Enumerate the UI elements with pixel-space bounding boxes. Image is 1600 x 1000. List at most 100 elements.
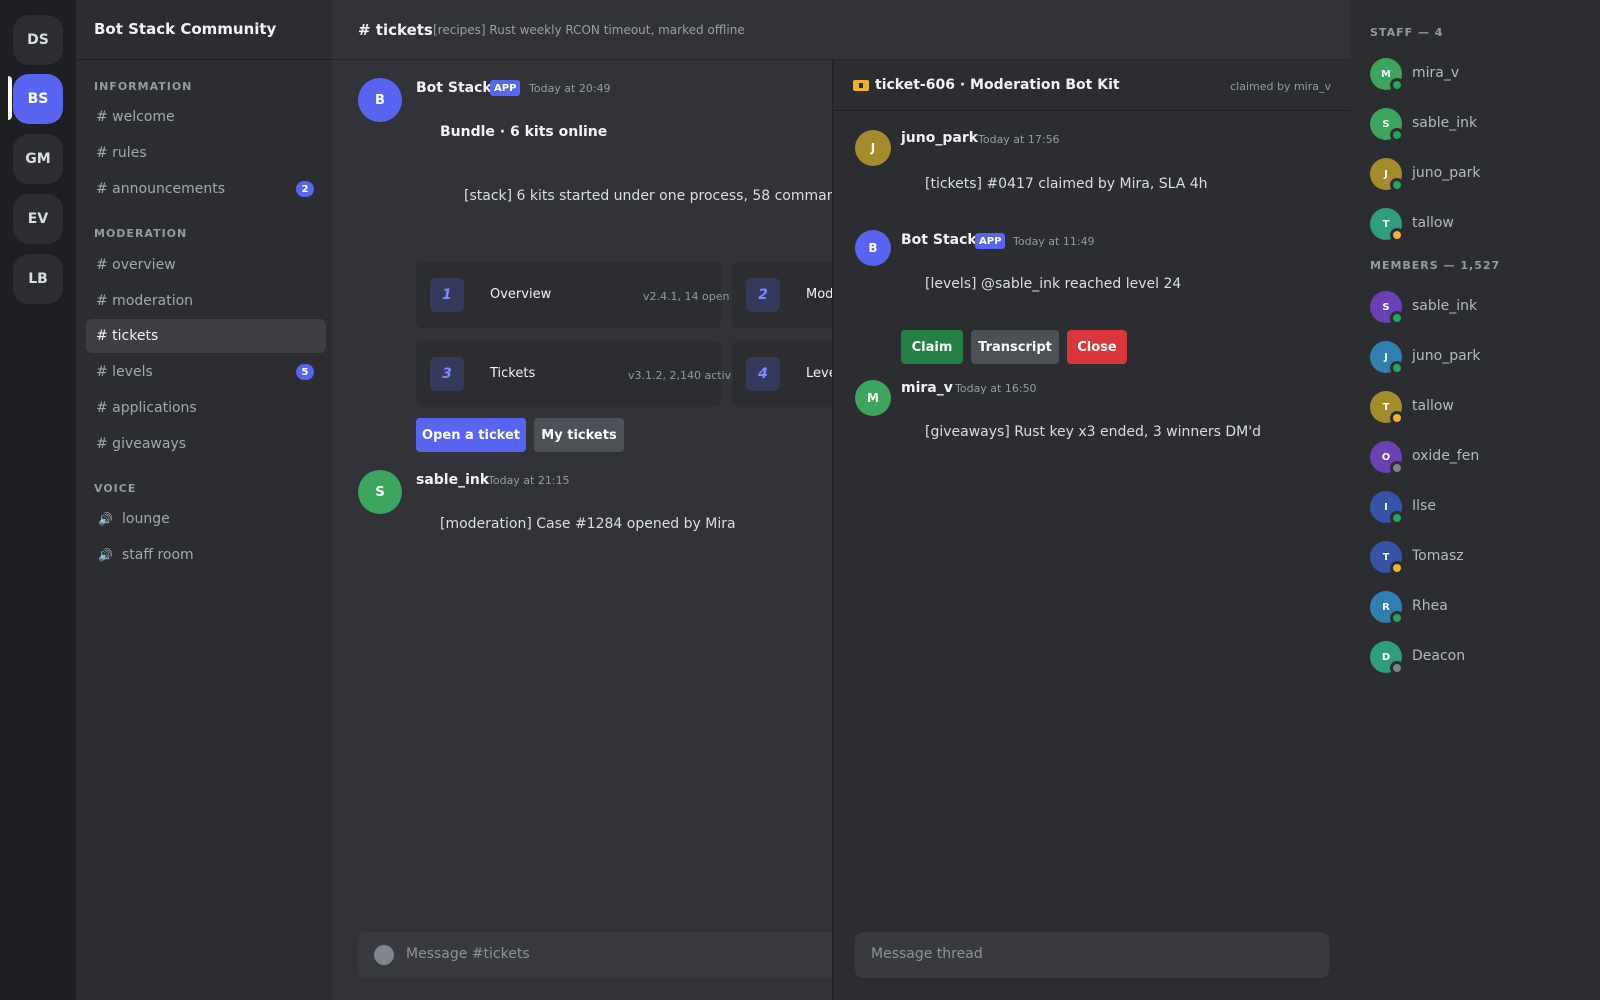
member-name: sable_ink bbox=[1412, 298, 1478, 314]
message-composer[interactable]: Message #tickets bbox=[358, 932, 832, 978]
unread-badge: 5 bbox=[296, 364, 314, 380]
unread-badge: 2 bbox=[296, 181, 314, 197]
thread-header: ticket-606 · Moderation Bot Kit claimed … bbox=[833, 60, 1351, 111]
member-item[interactable]: I Ilse bbox=[1370, 491, 1590, 531]
server-icon-lb[interactable]: LB bbox=[13, 254, 63, 304]
channel-topic[interactable]: [recipes] Rust weekly RCON timeout, mark… bbox=[433, 23, 745, 37]
my-tickets-button[interactable]: My tickets bbox=[534, 418, 624, 452]
ticket-icon bbox=[853, 80, 869, 91]
message-timestamp: Today at 20:49 bbox=[529, 82, 611, 95]
server-icon-bs[interactable]: BS bbox=[13, 74, 63, 124]
channel-rules[interactable]: # rules bbox=[86, 136, 326, 170]
speaker-icon: 🔊 bbox=[98, 548, 113, 562]
member-item[interactable]: T Tomasz bbox=[1370, 541, 1590, 581]
channel-header: # tickets [recipes] Rust weekly RCON tim… bbox=[332, 0, 1350, 60]
message-author[interactable]: Bot Stack bbox=[416, 80, 492, 96]
channel-label: # levels bbox=[96, 364, 153, 380]
member-list: STAFF — 4 M mira_v S sable_ink J juno_pa… bbox=[1350, 0, 1600, 1000]
voice-channel-staff-room[interactable]: 🔊 staff room bbox=[86, 538, 326, 572]
chat-main: B Bot Stack APP Today at 20:49 Bundle · … bbox=[332, 0, 832, 1000]
channel-sidebar: Bot Stack Community INFORMATION # welcom… bbox=[76, 0, 332, 1000]
thread-title: ticket-606 · Moderation Bot Kit bbox=[875, 77, 1120, 93]
speaker-icon: 🔊 bbox=[98, 512, 113, 526]
message-body: [moderation] Case #1284 opened by Mira bbox=[440, 516, 736, 532]
channel-levels[interactable]: # levels 5 bbox=[86, 355, 326, 389]
message-body: [giveaways] Rust key x3 ended, 3 winners… bbox=[925, 424, 1261, 440]
kit-card[interactable]: 2 Mod bbox=[732, 262, 832, 328]
kit-number: 4 bbox=[746, 357, 780, 391]
thread-composer[interactable]: Message thread bbox=[855, 932, 1329, 978]
avatar[interactable]: M bbox=[855, 380, 891, 416]
kit-name: Leve bbox=[806, 366, 832, 381]
category-information[interactable]: INFORMATION bbox=[94, 80, 192, 93]
open-ticket-button[interactable]: Open a ticket bbox=[416, 418, 526, 452]
channel-label: # tickets bbox=[96, 328, 159, 344]
kit-card[interactable]: 3 Tickets v3.1.2, 2,140 active bbox=[416, 341, 738, 407]
status-online-icon bbox=[1390, 311, 1404, 325]
bundle-title: Bundle · 6 kits online bbox=[440, 124, 608, 140]
kit-card[interactable]: 1 Overview v2.4.1, 14 open cases bbox=[416, 262, 764, 328]
kit-number: 1 bbox=[430, 278, 464, 312]
member-item[interactable]: S sable_ink bbox=[1370, 108, 1590, 148]
member-item[interactable]: D Deacon bbox=[1370, 641, 1590, 681]
kit-name: Overview bbox=[490, 287, 552, 302]
transcript-button[interactable]: Transcript bbox=[971, 330, 1059, 364]
member-item[interactable]: J juno_park bbox=[1370, 341, 1590, 381]
channel-label: lounge bbox=[122, 511, 170, 527]
channel-welcome[interactable]: # welcome bbox=[86, 100, 326, 134]
channel-moderation[interactable]: # moderation bbox=[86, 284, 326, 318]
message-author[interactable]: mira_v bbox=[901, 380, 953, 396]
thread-claimed-by: claimed by mira_v bbox=[1230, 80, 1331, 93]
category-moderation[interactable]: MODERATION bbox=[94, 227, 187, 240]
member-name: Tomasz bbox=[1412, 548, 1464, 564]
channel-overview[interactable]: # overview bbox=[86, 248, 326, 282]
server-icon-ev[interactable]: EV bbox=[13, 194, 63, 244]
guild-name[interactable]: Bot Stack Community bbox=[94, 20, 276, 38]
member-name: juno_park bbox=[1412, 348, 1481, 364]
message-author[interactable]: juno_park bbox=[901, 130, 978, 146]
channel-label: # overview bbox=[96, 257, 176, 273]
status-offline-icon bbox=[1390, 461, 1404, 475]
channel-label: staff room bbox=[122, 547, 194, 563]
status-offline-icon bbox=[1390, 661, 1404, 675]
member-item[interactable]: J juno_park bbox=[1370, 158, 1590, 198]
sidebar-divider bbox=[76, 59, 332, 60]
avatar[interactable]: S bbox=[358, 470, 402, 514]
channel-label: # rules bbox=[96, 145, 147, 161]
close-ticket-button[interactable]: Close bbox=[1067, 330, 1127, 364]
avatar[interactable]: B bbox=[855, 230, 891, 266]
avatar[interactable]: B bbox=[358, 78, 402, 122]
member-item[interactable]: R Rhea bbox=[1370, 591, 1590, 631]
member-item[interactable]: T tallow bbox=[1370, 208, 1590, 248]
channel-announcements[interactable]: # announcements 2 bbox=[86, 172, 326, 206]
composer-placeholder: Message #tickets bbox=[406, 946, 530, 962]
channel-giveaways[interactable]: # giveaways bbox=[86, 427, 326, 461]
member-item[interactable]: S sable_ink bbox=[1370, 291, 1590, 331]
app-tag: APP bbox=[975, 233, 1006, 249]
kit-number: 2 bbox=[746, 278, 780, 312]
server-icon-gm[interactable]: GM bbox=[13, 134, 63, 184]
add-attachment-icon[interactable] bbox=[374, 945, 394, 965]
claim-button[interactable]: Claim bbox=[901, 330, 963, 364]
member-item[interactable]: O oxide_fen bbox=[1370, 441, 1590, 481]
message-author[interactable]: sable_ink bbox=[416, 472, 489, 488]
server-icon-ds[interactable]: DS bbox=[13, 15, 63, 65]
channel-applications[interactable]: # applications bbox=[86, 391, 326, 425]
member-group-members: MEMBERS — 1,527 bbox=[1370, 259, 1501, 272]
kit-card[interactable]: 4 Leve bbox=[732, 341, 832, 407]
member-name: Deacon bbox=[1412, 648, 1466, 664]
member-item[interactable]: T tallow bbox=[1370, 391, 1590, 431]
message-body: [tickets] #0417 claimed by Mira, SLA 4h bbox=[925, 176, 1208, 192]
channel-title: # tickets bbox=[358, 21, 433, 39]
message-author[interactable]: Bot Stack bbox=[901, 232, 977, 248]
status-online-icon bbox=[1390, 611, 1404, 625]
member-name: tallow bbox=[1412, 398, 1454, 414]
category-voice[interactable]: VOICE bbox=[94, 482, 136, 495]
message-body: [stack] 6 kits started under one process… bbox=[464, 188, 832, 204]
channel-tickets[interactable]: # tickets bbox=[86, 319, 326, 353]
avatar[interactable]: J bbox=[855, 130, 891, 166]
member-item[interactable]: M mira_v bbox=[1370, 58, 1590, 98]
voice-channel-lounge[interactable]: 🔊 lounge bbox=[86, 502, 326, 536]
member-name: juno_park bbox=[1412, 165, 1481, 181]
member-name: Ilse bbox=[1412, 498, 1436, 514]
